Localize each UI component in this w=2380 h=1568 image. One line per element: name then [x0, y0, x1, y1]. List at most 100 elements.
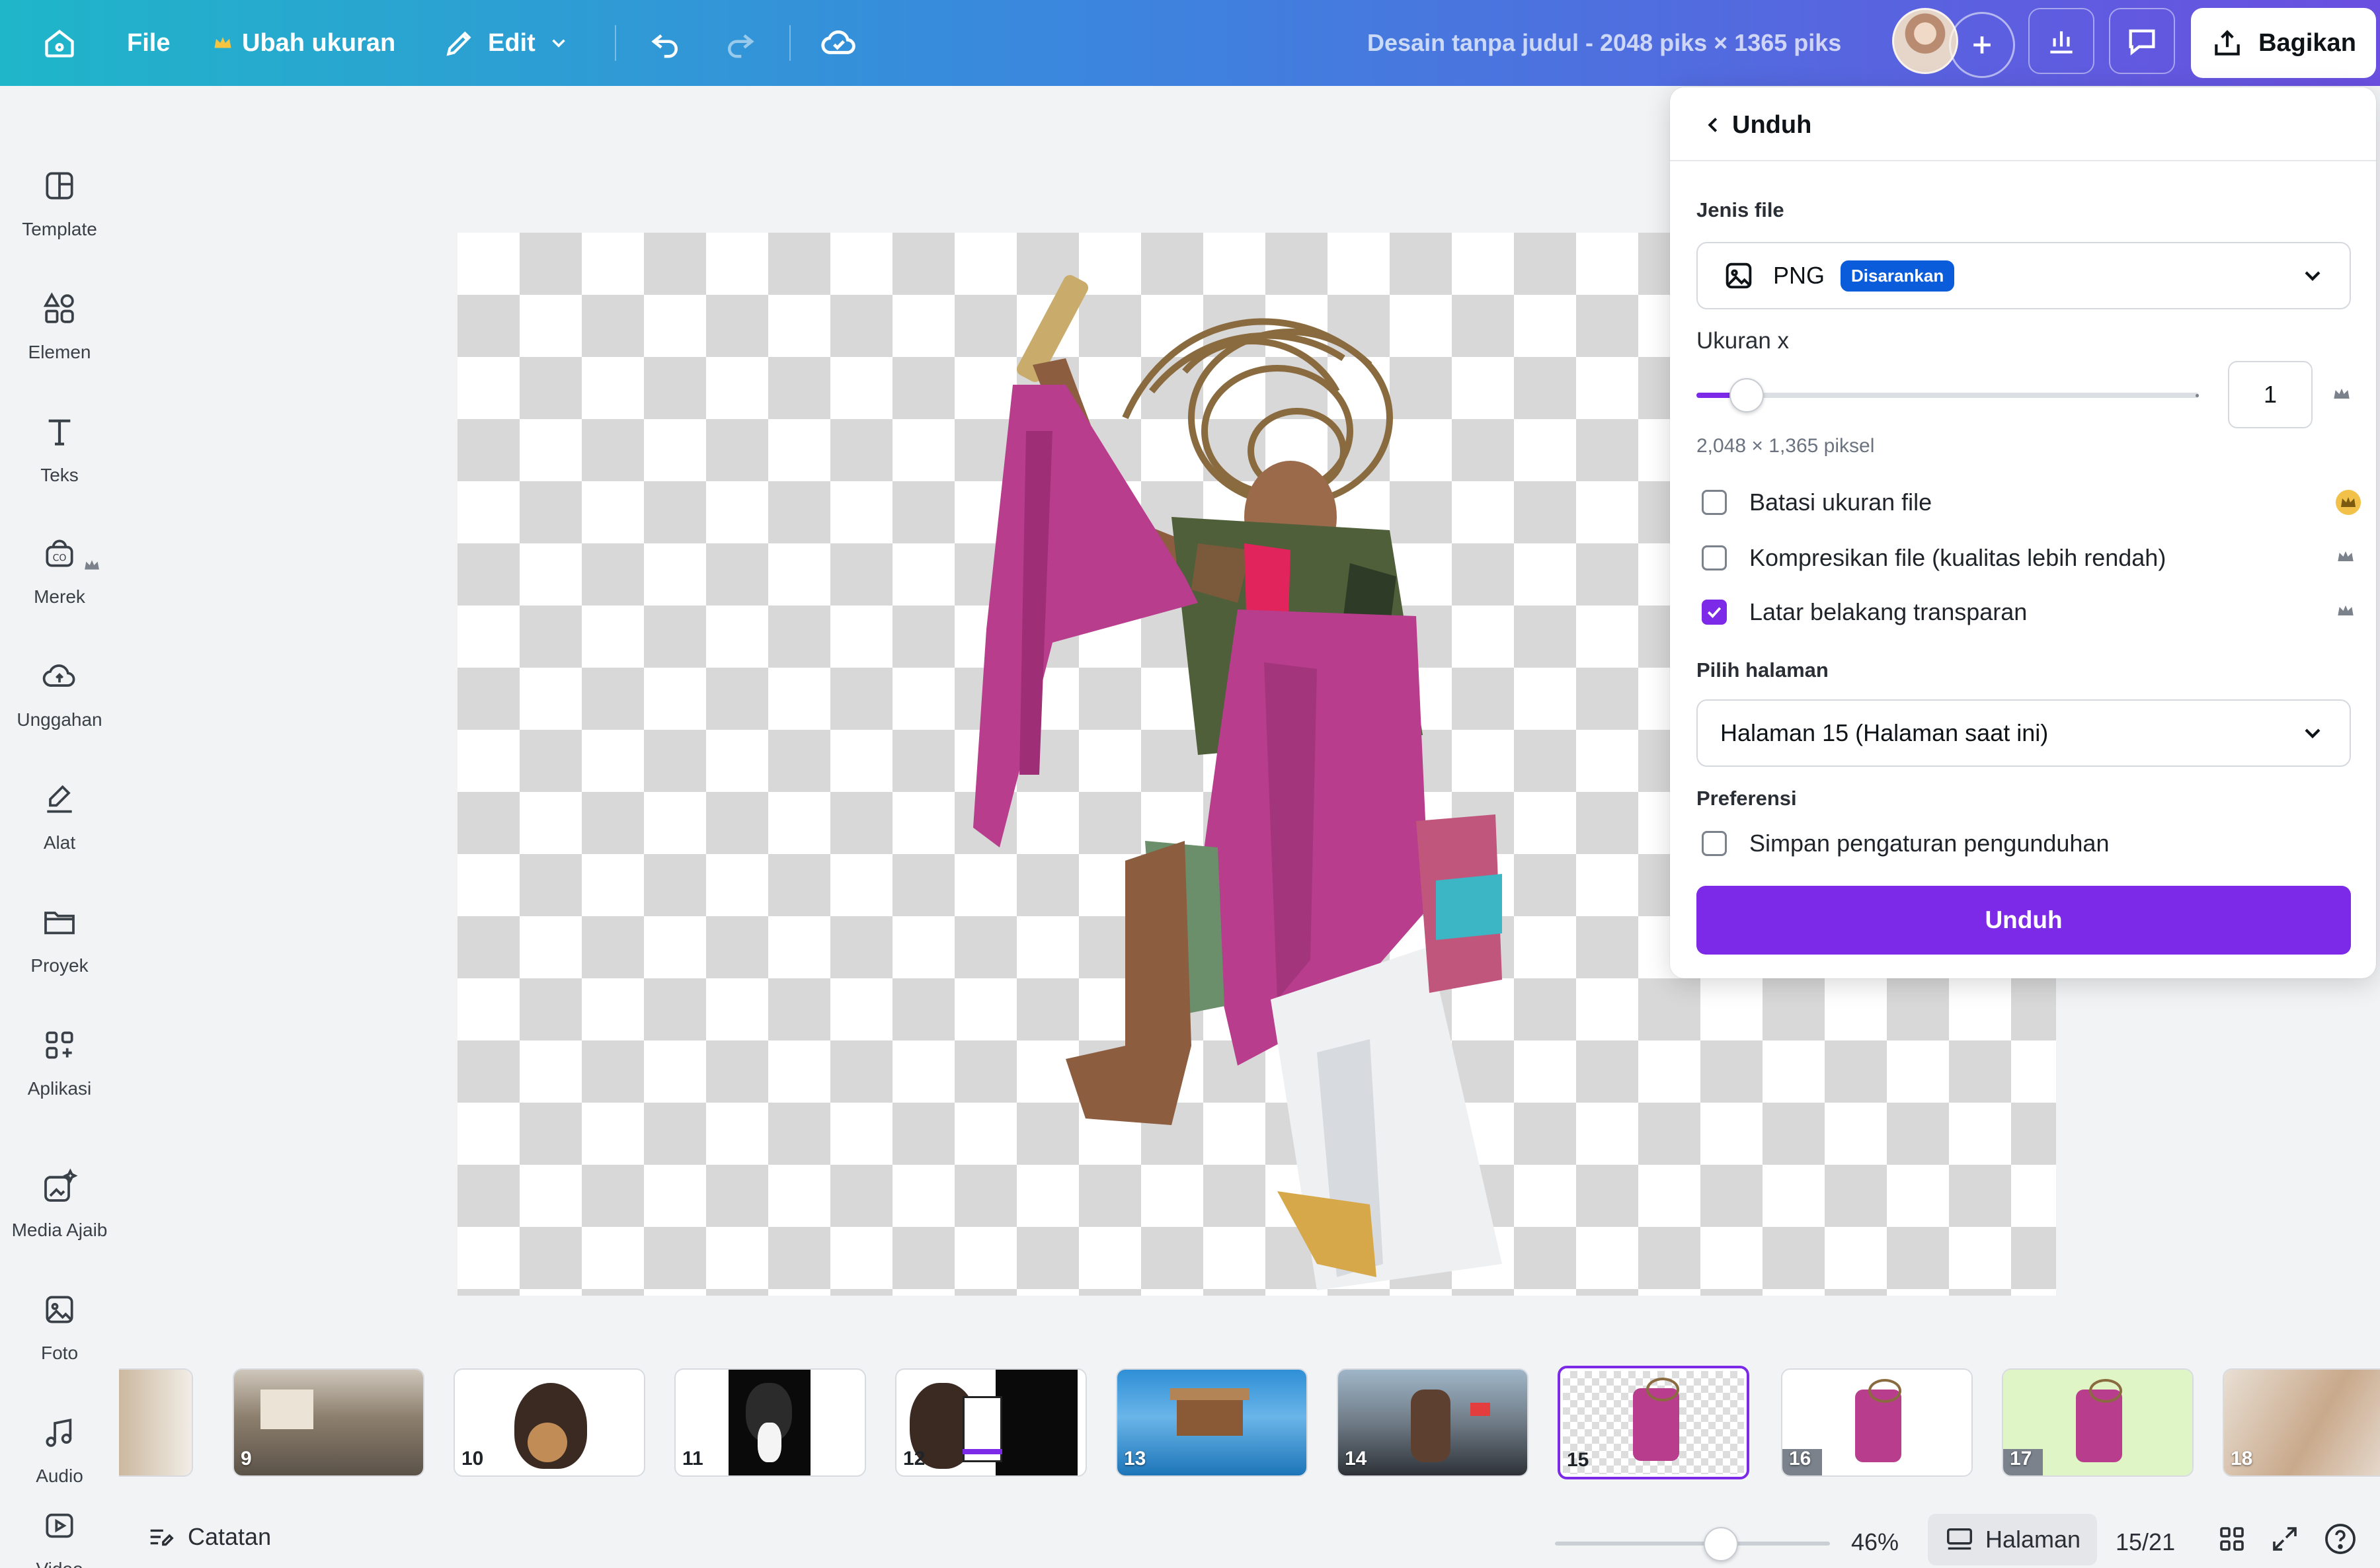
- file-type-select[interactable]: PNG Disarankan: [1696, 242, 2351, 309]
- undo-button[interactable]: [648, 0, 684, 86]
- save-status-button[interactable]: [820, 0, 858, 86]
- page-select[interactable]: Halaman 15 (Halaman saat ini): [1696, 699, 2351, 767]
- option-label: Simpan pengaturan pengunduhan: [1749, 830, 2110, 857]
- page-number: 14: [1345, 1448, 1367, 1470]
- page-thumbnail[interactable]: 11: [674, 1368, 866, 1477]
- zoom-slider-thumb[interactable]: [1704, 1527, 1739, 1561]
- notes-label: Catatan: [188, 1523, 272, 1550]
- page-thumbnail[interactable]: 10: [454, 1368, 645, 1477]
- help-icon[interactable]: [2322, 1520, 2359, 1557]
- sidebar-item-uploads[interactable]: Unggahan: [0, 641, 119, 747]
- chevron-down-icon: [2305, 271, 2320, 281]
- crown-badge-icon: [2336, 490, 2361, 515]
- share-upload-icon: [2215, 30, 2240, 56]
- comment-icon: [2129, 29, 2155, 56]
- page-thumbnail[interactable]: 9: [233, 1368, 424, 1477]
- page-thumbnail[interactable]: 17: [2002, 1368, 2194, 1477]
- sidebar-item-audio[interactable]: Audio: [0, 1397, 119, 1503]
- crown-icon: [2338, 551, 2354, 561]
- home-button[interactable]: [42, 0, 77, 86]
- insights-button[interactable]: [2028, 8, 2094, 74]
- notes-button[interactable]: Catatan: [145, 1522, 271, 1552]
- redo-button[interactable]: [722, 0, 758, 86]
- checkbox[interactable]: [1702, 831, 1727, 856]
- size-slider[interactable]: [1696, 378, 2199, 412]
- page-thumbnail[interactable]: [119, 1368, 193, 1477]
- page-number: 11: [682, 1448, 703, 1470]
- share-button[interactable]: Bagikan: [2191, 8, 2376, 78]
- page-number: 10: [461, 1448, 484, 1470]
- cloud-check-icon: [821, 30, 855, 54]
- option-limit-file-size[interactable]: Batasi ukuran file: [1702, 483, 1932, 522]
- apps-icon: [46, 1031, 73, 1059]
- zoom-value[interactable]: 46%: [1851, 1528, 1899, 1556]
- document-title[interactable]: Desain tanpa judul - 2048 piks × 1365 pi…: [1367, 0, 1841, 86]
- crown-icon: [214, 37, 231, 48]
- notes-icon: [150, 1529, 174, 1546]
- option-save-download-settings[interactable]: Simpan pengaturan pengunduhan: [1702, 824, 2109, 863]
- recommended-badge: Disarankan: [1841, 260, 1955, 292]
- sidebar-item-projects[interactable]: Proyek: [0, 887, 119, 993]
- download-button[interactable]: Unduh: [1696, 886, 2351, 955]
- page-count: 15/21: [2116, 1528, 2176, 1555]
- sidebar-item-label: Merek: [34, 586, 85, 607]
- pages-button[interactable]: Halaman: [1928, 1514, 2097, 1565]
- option-compress-file[interactable]: Kompresikan file (kualitas lebih rendah): [1702, 538, 2166, 578]
- panel-title: Unduh: [1732, 111, 1812, 139]
- checkbox[interactable]: [1702, 545, 1727, 570]
- sidebar-item-video[interactable]: Video: [0, 1507, 119, 1568]
- slider-end-dot: [2196, 394, 2199, 397]
- file-type-value: PNG: [1773, 262, 1825, 289]
- sidebar-item-text[interactable]: Teks: [0, 397, 119, 502]
- sidebar-item-draw[interactable]: Alat: [0, 764, 119, 870]
- checkbox[interactable]: [1702, 490, 1727, 515]
- file-menu[interactable]: File: [127, 0, 170, 86]
- fullscreen-icon[interactable]: [2269, 1523, 2301, 1555]
- image-file-icon: [1726, 262, 1752, 289]
- back-chevron-icon[interactable]: [1700, 112, 1726, 137]
- page-thumbnail[interactable]: 16: [1781, 1368, 1973, 1477]
- share-label: Bagikan: [2258, 28, 2356, 57]
- zoom-slider[interactable]: [1555, 1542, 1830, 1546]
- page-number: 18: [2231, 1448, 2253, 1470]
- left-sidebar: Template Elemen Teks CO Merek Unggahan A…: [0, 86, 119, 1568]
- sidebar-item-label: Media Ajaib: [11, 1220, 108, 1240]
- page-thumbnail[interactable]: 13: [1116, 1368, 1308, 1477]
- magic-media-icon: [44, 1168, 78, 1202]
- option-transparent-background[interactable]: Latar belakang transparan: [1702, 592, 2027, 632]
- crown-icon: [2334, 388, 2350, 399]
- sidebar-item-brand[interactable]: CO Merek: [0, 518, 119, 624]
- option-label: Batasi ukuran file: [1749, 489, 1932, 516]
- preferences-label: Preferensi: [1696, 787, 1797, 810]
- page-thumbnail[interactable]: 12: [895, 1368, 1087, 1477]
- sidebar-item-label: Video: [36, 1559, 83, 1568]
- page-select-label: Pilih halaman: [1696, 658, 1829, 682]
- sidebar-item-magic-media[interactable]: Media Ajaib: [0, 1152, 119, 1257]
- size-label: Ukuran x: [1696, 328, 1790, 354]
- page-thumbnail-strip: 9 10 11 12 13 14 15 16 17 18: [119, 1362, 2380, 1487]
- add-collaborator-button[interactable]: [1949, 12, 2015, 78]
- page-thumbnail[interactable]: 14: [1337, 1368, 1528, 1477]
- resize-button[interactable]: Ubah ukuran: [213, 0, 395, 86]
- sidebar-item-label: Alat: [43, 832, 76, 853]
- redo-icon: [728, 34, 754, 58]
- avatar[interactable]: [1892, 8, 1958, 74]
- sidebar-item-template[interactable]: Template: [0, 151, 119, 256]
- size-slider-thumb[interactable]: [1729, 378, 1764, 412]
- divider: [789, 25, 791, 61]
- page-number: 17: [2010, 1448, 2032, 1470]
- sidebar-item-elements[interactable]: Elemen: [0, 274, 119, 379]
- comments-button[interactable]: [2109, 8, 2175, 74]
- sidebar-item-apps[interactable]: Aplikasi: [0, 1010, 119, 1116]
- sidebar-item-photos[interactable]: Foto: [0, 1274, 119, 1380]
- page-thumbnail-active[interactable]: 15: [1558, 1366, 1749, 1479]
- sidebar-item-label: Foto: [40, 1343, 79, 1363]
- grid-view-icon[interactable]: [2216, 1523, 2248, 1555]
- edit-menu[interactable]: Edit: [443, 0, 570, 86]
- page-number: 13: [1124, 1448, 1146, 1470]
- size-input[interactable]: 1: [2228, 361, 2313, 428]
- option-label: Latar belakang transparan: [1749, 598, 2028, 625]
- page-thumbnail[interactable]: 18: [2223, 1368, 2380, 1477]
- download-panel: Unduh Jenis file PNG Disarankan Ukuran x…: [1670, 87, 2376, 978]
- checkbox-checked[interactable]: [1702, 600, 1727, 625]
